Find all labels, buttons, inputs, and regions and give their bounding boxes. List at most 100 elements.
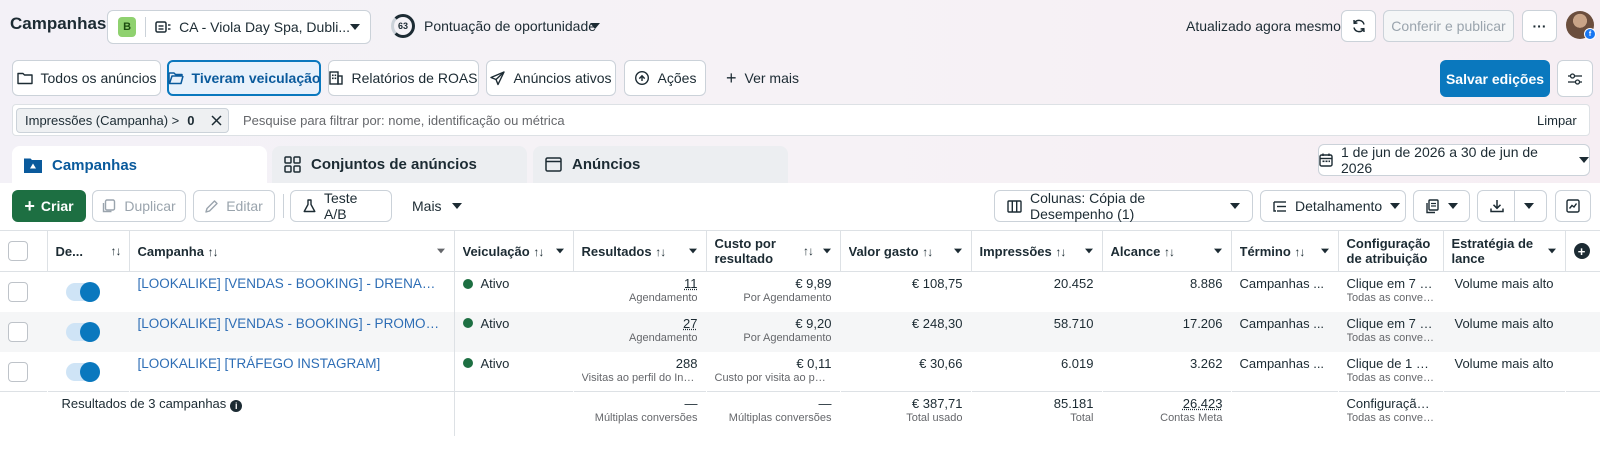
chevron-down-icon[interactable] xyxy=(689,249,697,254)
header-attribution[interactable]: Configuração de atribuição xyxy=(1338,231,1443,272)
breakdown-selector[interactable]: Detalhamento xyxy=(1260,190,1406,222)
tab-ads[interactable]: Anúncios xyxy=(533,146,788,183)
header-amount-spent[interactable]: Valor gasto ↑↓ xyxy=(840,231,971,272)
columns-selector[interactable]: Colunas: Cópia de Desempenho (1) xyxy=(994,190,1253,222)
search-input[interactable]: Pesquise para filtrar por: nome, identif… xyxy=(243,113,565,128)
sort-icon[interactable]: ↑↓ xyxy=(1294,245,1304,259)
filter-chip-impressions[interactable]: Impressões (Campanha) > 0 xyxy=(16,108,229,133)
clear-filters-link[interactable]: Limpar xyxy=(1537,113,1577,128)
account-badge: B xyxy=(118,17,136,37)
row-checkbox[interactable] xyxy=(8,322,28,342)
tab-campaigns[interactable]: Campanhas xyxy=(12,146,267,184)
row-checkbox[interactable] xyxy=(8,362,28,382)
send-icon xyxy=(490,71,505,86)
header-bid-strategy[interactable]: Estratégia de lance xyxy=(1443,231,1565,272)
sort-icon[interactable]: ↑↓ xyxy=(922,245,932,259)
edit-label: Editar xyxy=(226,198,263,214)
header-impressions[interactable]: Impressões ↑↓ xyxy=(971,231,1102,272)
review-publish-button[interactable]: Conferir e publicar xyxy=(1383,10,1514,42)
sort-icon[interactable]: ↑↓ xyxy=(1164,245,1174,259)
totals-reach[interactable]: 26.423 xyxy=(1111,392,1223,411)
filter-roas-reports[interactable]: Relatórios de ROAS xyxy=(328,60,479,96)
table-row[interactable]: [LOOKALIKE] [VENDAS - BOOKING] - DRENAGE… xyxy=(0,272,1600,312)
ab-test-label: Teste A/B xyxy=(324,190,379,222)
create-button[interactable]: + Criar xyxy=(12,190,86,222)
delivery-toggle[interactable] xyxy=(66,363,100,381)
campaign-name-link[interactable]: [LOOKALIKE] [VENDAS - BOOKING] - PROMOÇÕ… xyxy=(138,312,446,331)
chevron-down-icon xyxy=(350,24,360,30)
results-value[interactable]: 288 xyxy=(582,352,698,371)
sort-icon[interactable]: ↑↓ xyxy=(655,245,665,259)
filter-actions[interactable]: Ações xyxy=(624,60,706,96)
charts-button[interactable] xyxy=(1555,190,1591,222)
tab-ad-sets[interactable]: Conjuntos de anúncios xyxy=(272,146,527,183)
delivery-toggle[interactable] xyxy=(66,283,100,301)
table-row[interactable]: [LOOKALIKE] [VENDAS - BOOKING] - PROMOÇÕ… xyxy=(0,312,1600,352)
export-button[interactable] xyxy=(1477,190,1547,222)
campaign-name-link[interactable]: [LOOKALIKE] [VENDAS - BOOKING] - DRENAGE… xyxy=(138,272,446,291)
header-ends[interactable]: Término ↑↓ xyxy=(1231,231,1338,272)
add-column-header[interactable]: + xyxy=(1565,231,1600,272)
campaign-name-link[interactable]: [LOOKALIKE] [TRÁFEGO INSTAGRAM] xyxy=(138,352,446,371)
results-value[interactable]: 11 xyxy=(582,272,698,291)
date-range-picker[interactable]: 1 de jun de 2026 a 30 de jun de 2026 xyxy=(1318,144,1590,176)
attribution-value: Clique de 1 dias xyxy=(1347,352,1435,371)
account-selector[interactable]: B CA - Viola Day Spa, Dubli... xyxy=(107,10,371,44)
delivery-toggle[interactable] xyxy=(66,323,100,341)
chevron-down-icon[interactable] xyxy=(556,249,564,254)
edit-button[interactable]: Editar xyxy=(193,190,275,222)
header-cost-per-result[interactable]: Custo por resultado ↑↓ xyxy=(706,231,840,272)
spent-value: € 248,30 xyxy=(849,312,963,331)
duplicate-icon xyxy=(102,199,116,213)
ab-test-button[interactable]: Teste A/B xyxy=(290,190,392,222)
download-icon xyxy=(1490,199,1504,213)
facebook-badge-icon: f xyxy=(1584,28,1596,40)
duplicate-button[interactable]: Duplicar xyxy=(92,190,186,222)
chevron-down-icon[interactable] xyxy=(954,249,962,254)
chevron-down-icon[interactable] xyxy=(1321,249,1329,254)
more-options-button[interactable]: ··· xyxy=(1522,10,1557,42)
refresh-button[interactable] xyxy=(1341,10,1376,42)
filter-delivered[interactable]: Tiveram veiculação xyxy=(167,60,321,96)
header-delivery[interactable]: Veiculação ↑↓ xyxy=(454,231,573,272)
save-edits-button[interactable]: Salvar edições xyxy=(1440,60,1550,97)
totals-row: Resultados de 3 campanhas i — Múltiplas co… xyxy=(0,392,1600,436)
add-column-icon[interactable]: + xyxy=(1574,243,1590,259)
header-reach[interactable]: Alcance ↑↓ xyxy=(1102,231,1231,272)
filter-all-ads[interactable]: Todos os anúncios xyxy=(12,60,161,96)
chevron-down-icon[interactable] xyxy=(823,249,831,254)
row-checkbox[interactable] xyxy=(8,282,28,302)
building-icon xyxy=(329,71,343,85)
reports-button[interactable] xyxy=(1413,190,1470,222)
filter-active-ads[interactable]: Anúncios ativos xyxy=(486,60,616,96)
sort-icon[interactable]: ↑↓ xyxy=(111,244,121,258)
sort-icon[interactable]: ↑↓ xyxy=(803,244,813,258)
settings-sliders-button[interactable] xyxy=(1557,60,1593,97)
chip-label: Impressões (Campanha) > xyxy=(25,113,179,128)
filter-label: Anúncios ativos xyxy=(513,70,611,86)
results-value[interactable]: 27 xyxy=(582,312,698,331)
sort-icon[interactable]: ↑↓ xyxy=(208,245,218,259)
header-delivery-toggle[interactable]: De... ↑↓ xyxy=(47,231,129,272)
close-icon[interactable] xyxy=(211,115,222,126)
opportunity-score-ring[interactable]: 63 xyxy=(391,14,415,38)
chevron-down-icon[interactable] xyxy=(1214,249,1222,254)
sort-icon[interactable]: ↑↓ xyxy=(1055,245,1065,259)
table-row[interactable]: [LOOKALIKE] [TRÁFEGO INSTAGRAM] Ativo 28… xyxy=(0,352,1600,392)
bid-strategy-value: Volume mais alto xyxy=(1452,312,1557,331)
select-all-checkbox[interactable] xyxy=(8,241,28,261)
info-icon[interactable]: i xyxy=(230,400,242,412)
more-actions-button[interactable]: Mais xyxy=(412,190,462,222)
see-more-filters[interactable]: + Ver mais xyxy=(726,60,799,96)
opportunity-score-label[interactable]: Pontuação de oportunidade xyxy=(424,18,596,34)
header-campaign[interactable]: Campanha ↑↓ xyxy=(129,231,454,272)
status-text: Ativo xyxy=(481,276,510,291)
chevron-down-icon[interactable] xyxy=(590,23,600,29)
chevron-down-icon[interactable] xyxy=(437,249,445,254)
updated-status: Atualizado agora mesmo xyxy=(1186,18,1341,34)
chevron-down-icon[interactable] xyxy=(1085,249,1093,254)
chevron-down-icon[interactable] xyxy=(1548,249,1556,254)
delivery-status: Ativo xyxy=(463,272,565,291)
sort-icon[interactable]: ↑↓ xyxy=(533,245,543,259)
header-results[interactable]: Resultados ↑↓ xyxy=(573,231,706,272)
